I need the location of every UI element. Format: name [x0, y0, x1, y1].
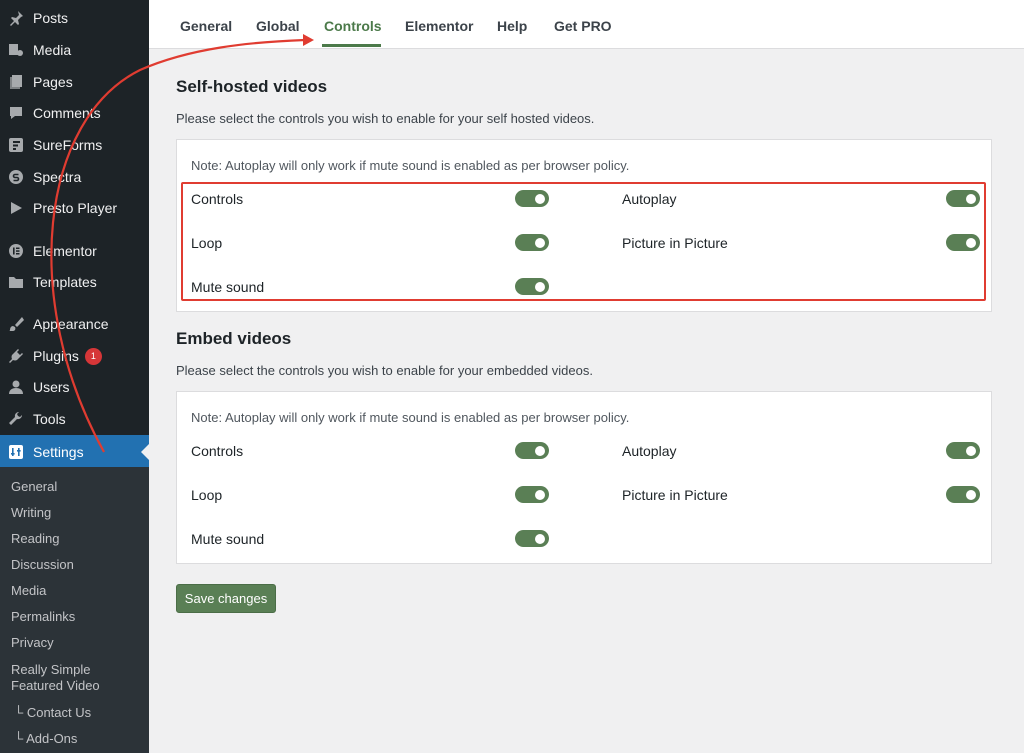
option-label-mute-sound: Mute sound [191, 531, 265, 547]
sidebar-item-label: Comments [33, 105, 101, 121]
option-label-picture-in-picture: Picture in Picture [622, 487, 728, 503]
sureforms-icon [8, 137, 24, 153]
embed-title: Embed videos [176, 329, 292, 348]
autoplay-note: Note: Autoplay will only work if mute so… [191, 158, 630, 173]
media-icon [8, 42, 24, 58]
admin-sidebar: Posts Media Pages Comments SureForms Spe… [0, 0, 149, 753]
sidebar-item-presto-player[interactable]: Presto Player [0, 192, 149, 224]
sidebar-item-label: Pages [33, 74, 73, 90]
sidebar-item-label: Posts [33, 10, 69, 26]
sidebar-item-elementor[interactable]: Elementor [0, 235, 149, 267]
toggle-controls[interactable] [515, 442, 549, 459]
tab-controls[interactable]: Controls [324, 18, 382, 34]
submenu-item-writing[interactable]: Writing [11, 505, 147, 521]
pages-icon [8, 74, 24, 90]
toggle-mute-sound[interactable] [515, 530, 549, 547]
embed-card: Note: Autoplay will only work if mute so… [176, 391, 992, 564]
option-label-autoplay: Autoplay [622, 443, 677, 459]
submenu-item-contact-us[interactable]: └ Contact Us [14, 705, 150, 721]
sidebar-item-templates[interactable]: Templates [0, 266, 149, 298]
sidebar-item-posts[interactable]: Posts [0, 2, 149, 34]
sidebar-item-label: Media [33, 42, 72, 58]
sidebar-item-tools[interactable]: Tools [0, 403, 149, 435]
sidebar-item-label: Elementor [33, 243, 97, 259]
autoplay-note: Note: Autoplay will only work if mute so… [191, 410, 630, 425]
submenu-item-permalinks[interactable]: Permalinks [11, 609, 147, 625]
sidebar-item-label: Spectra [33, 169, 82, 185]
tab-general[interactable]: General [180, 18, 232, 34]
settings-submenu: General Writing Reading Discussion Media… [0, 467, 149, 753]
annotation-highlight-box [181, 182, 986, 301]
wrench-icon [8, 411, 24, 427]
presto-player-icon [8, 200, 24, 216]
save-changes-button[interactable]: Save changes [176, 584, 276, 613]
sidebar-item-sureforms[interactable]: SureForms [0, 129, 149, 161]
submenu-item-privacy[interactable]: Privacy [11, 635, 147, 651]
pin-icon [8, 10, 24, 26]
tab-global[interactable]: Global [256, 18, 300, 34]
sidebar-item-pages[interactable]: Pages [0, 66, 149, 98]
self-hosted-title: Self-hosted videos [176, 77, 328, 96]
option-label-controls: Controls [191, 443, 244, 459]
active-tab-indicator [322, 44, 381, 47]
submenu-item-discussion[interactable]: Discussion [11, 557, 147, 573]
spectra-icon [8, 169, 24, 185]
sidebar-item-media[interactable]: Media [0, 34, 149, 66]
comments-icon [8, 105, 24, 121]
elementor-icon [8, 243, 24, 259]
submenu-item-media[interactable]: Media [11, 583, 147, 599]
tab-help[interactable]: Help [497, 18, 527, 34]
submenu-item-reading[interactable]: Reading [11, 531, 147, 547]
toggle-autoplay[interactable] [946, 442, 980, 459]
sidebar-item-spectra[interactable]: Spectra [0, 161, 149, 193]
sidebar-item-label: Settings [33, 443, 84, 460]
tab-elementor[interactable]: Elementor [405, 18, 473, 34]
settings-icon [8, 444, 24, 460]
sidebar-item-plugins[interactable]: Plugins 1 [0, 340, 149, 372]
sidebar-item-appearance[interactable]: Appearance [0, 308, 149, 340]
toggle-loop[interactable] [515, 486, 549, 503]
sidebar-item-label: Appearance [33, 316, 109, 332]
submenu-item-really-simple-featured-video[interactable]: Really Simple Featured Video [11, 662, 121, 694]
sidebar-item-label: Presto Player [33, 200, 118, 216]
plugin-icon [8, 348, 24, 364]
sidebar-item-users[interactable]: Users [0, 371, 149, 403]
submenu-item-add-ons[interactable]: └ Add-Ons [14, 731, 150, 747]
user-icon [8, 379, 24, 395]
embed-description: Please select the controls you wish to e… [176, 363, 593, 378]
tab-get-pro[interactable]: Get PRO [554, 18, 612, 34]
sidebar-item-label: Tools [33, 411, 66, 427]
self-hosted-description: Please select the controls you wish to e… [176, 111, 595, 126]
sidebar-item-label: SureForms [33, 137, 103, 153]
sidebar-item-label: Users [33, 379, 70, 395]
folder-icon [8, 274, 24, 290]
settings-tab-bar: General Global Controls Elementor Help G… [149, 0, 1024, 49]
toggle-picture-in-picture[interactable] [946, 486, 980, 503]
sidebar-item-label: Templates [33, 274, 97, 290]
sidebar-item-settings[interactable]: Settings [0, 435, 149, 468]
submenu-item-general[interactable]: General [11, 479, 147, 495]
sidebar-item-label: Plugins [33, 348, 79, 364]
brush-icon [8, 316, 24, 332]
update-count-badge: 1 [84, 347, 102, 365]
sidebar-item-comments[interactable]: Comments [0, 97, 149, 129]
option-label-loop: Loop [191, 487, 223, 503]
